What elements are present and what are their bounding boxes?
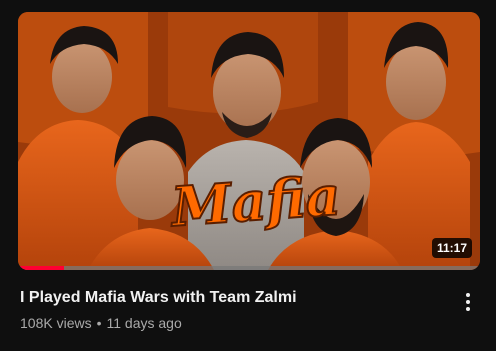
video-metadata: 108K views • 11 days ago bbox=[20, 313, 182, 333]
video-title[interactable]: I Played Mafia Wars with Team Zalmi bbox=[20, 287, 440, 309]
video-card[interactable]: Mafia 11:17 I Played Mafia Wars with Tea… bbox=[0, 0, 496, 351]
video-thumbnail[interactable]: Mafia 11:17 bbox=[18, 12, 480, 270]
more-vert-dot bbox=[466, 307, 470, 311]
thumbnail-title-text: Mafia bbox=[167, 163, 342, 239]
more-actions-button[interactable] bbox=[456, 288, 480, 316]
upload-age: 11 days ago bbox=[106, 315, 182, 331]
duration-badge: 11:17 bbox=[431, 238, 472, 258]
thumbnail-artwork: Mafia bbox=[18, 12, 480, 270]
view-count: 108K views bbox=[20, 315, 92, 331]
watch-progress-fill bbox=[18, 266, 65, 270]
meta-separator: • bbox=[96, 315, 102, 331]
watch-progress-bar bbox=[18, 266, 480, 270]
more-vert-dot bbox=[466, 300, 470, 304]
more-vert-icon bbox=[466, 293, 470, 297]
